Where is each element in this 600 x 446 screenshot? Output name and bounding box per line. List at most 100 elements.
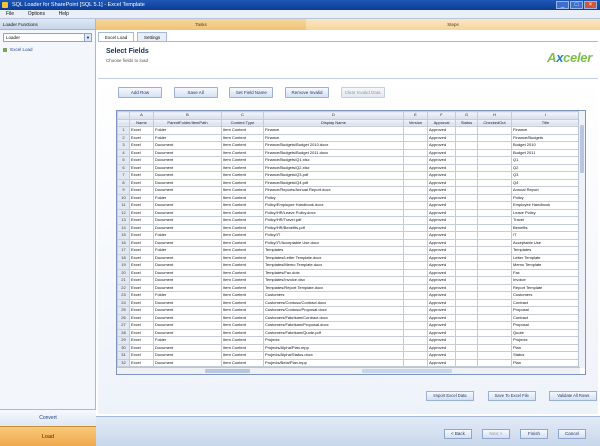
table-cell[interactable]: Finance/Budgets/Budget 2011.docx [263, 148, 404, 157]
table-cell[interactable]: Excel [129, 163, 154, 172]
table-cell[interactable] [455, 208, 478, 217]
row-number[interactable]: 4 [117, 148, 130, 157]
row-number[interactable]: 31 [117, 351, 130, 360]
nav-item-excel-load[interactable]: Excel Load [3, 47, 92, 52]
table-cell[interactable]: Excel [129, 201, 154, 210]
table-cell[interactable]: Item Content [221, 223, 264, 232]
table-row[interactable]: 21 Excel Document Item Content Templates/Inv… [117, 276, 580, 285]
set-field-name-button[interactable]: Set Field Name [229, 87, 274, 98]
table-cell[interactable]: Approved [427, 238, 456, 247]
loader-select[interactable]: Loader ▼ [3, 33, 92, 42]
table-cell[interactable]: Item Content [221, 141, 264, 150]
column-header[interactable]: ParentFolder/ItemPath [153, 118, 222, 127]
table-cell[interactable]: Policy [511, 193, 580, 202]
table-cell[interactable]: Policy/Employee Handbook.docx [263, 201, 404, 210]
table-cell[interactable]: Excel [129, 148, 154, 157]
table-cell[interactable] [477, 276, 512, 285]
table-cell[interactable]: Document [153, 351, 222, 360]
table-cell[interactable]: Customers [263, 291, 404, 300]
row-number[interactable]: 20 [117, 268, 130, 277]
row-number[interactable]: 1 [117, 126, 130, 135]
table-cell[interactable]: Excel [129, 156, 154, 165]
table-cell[interactable]: Excel [129, 291, 154, 300]
table-cell[interactable] [455, 246, 478, 255]
import-excel-data-button[interactable]: Import Excel Data [426, 391, 474, 401]
table-cell[interactable]: Projects/Beta/Plan.mpp [263, 358, 404, 367]
table-cell[interactable]: Budget 2011 [511, 148, 580, 157]
table-cell[interactable]: Q3 [511, 171, 580, 180]
table-cell[interactable]: Document [153, 298, 222, 307]
row-number[interactable]: 18 [117, 253, 130, 262]
table-cell[interactable]: Item Content [221, 261, 264, 270]
table-cell[interactable] [477, 298, 512, 307]
next-button[interactable]: Next > [482, 429, 510, 439]
menu-file[interactable]: File [0, 10, 20, 19]
table-cell[interactable]: Approved [427, 216, 456, 225]
table-cell[interactable]: Approved [427, 298, 456, 307]
table-cell[interactable] [403, 231, 428, 240]
table-cell[interactable]: Document [153, 306, 222, 315]
table-cell[interactable]: Memo Template [511, 261, 580, 270]
table-cell[interactable]: Policy/IT [263, 231, 404, 240]
table-cell[interactable]: Document [153, 328, 222, 337]
table-cell[interactable] [477, 321, 512, 330]
table-cell[interactable]: Document [153, 343, 222, 352]
table-cell[interactable]: Customers/Contoso/Contract.docx [263, 298, 404, 307]
table-cell[interactable] [403, 223, 428, 232]
table-cell[interactable]: Document [153, 156, 222, 165]
table-cell[interactable]: Item Content [221, 231, 264, 240]
table-cell[interactable] [455, 148, 478, 157]
table-row[interactable]: 12 Excel Document Item Content Policy/HR/Lea… [117, 208, 580, 217]
table-cell[interactable]: Document [153, 276, 222, 285]
table-cell[interactable]: Approved [427, 171, 456, 180]
table-cell[interactable]: Item Content [221, 268, 264, 277]
table-cell[interactable]: Approved [427, 291, 456, 300]
table-cell[interactable]: Customers [511, 291, 580, 300]
table-cell[interactable]: Excel [129, 336, 154, 345]
table-cell[interactable]: Document [153, 201, 222, 210]
table-cell[interactable] [455, 201, 478, 210]
row-number[interactable]: 19 [117, 261, 130, 270]
row-number[interactable]: 8 [117, 178, 130, 187]
table-row[interactable]: 27 Excel Document Item Content Customers/Fab… [117, 321, 580, 330]
table-cell[interactable] [455, 126, 478, 135]
table-cell[interactable] [477, 343, 512, 352]
table-row[interactable]: 30 Excel Document Item Content Projects/Alph… [117, 343, 580, 352]
table-cell[interactable]: Item Content [221, 253, 264, 262]
table-cell[interactable]: Policy/HR/Leave Policy.docx [263, 208, 404, 217]
row-number[interactable]: 15 [117, 231, 130, 240]
row-number[interactable]: 6 [117, 163, 130, 172]
table-cell[interactable]: Item Content [221, 276, 264, 285]
column-letter[interactable] [117, 111, 130, 120]
table-cell[interactable] [403, 313, 428, 322]
table-cell[interactable] [455, 268, 478, 277]
table-cell[interactable] [403, 253, 428, 262]
table-cell[interactable]: Annual Report [511, 186, 580, 195]
table-cell[interactable]: Document [153, 186, 222, 195]
table-cell[interactable]: Approved [427, 193, 456, 202]
table-cell[interactable] [477, 186, 512, 195]
table-cell[interactable]: Item Content [221, 298, 264, 307]
menu-options[interactable]: Options [22, 10, 51, 19]
table-cell[interactable]: Approved [427, 208, 456, 217]
table-cell[interactable]: Excel [129, 253, 154, 262]
row-number[interactable]: 2 [117, 133, 130, 142]
table-cell[interactable]: Projects/Alpha/Status.docx [263, 351, 404, 360]
table-cell[interactable]: Item Content [221, 216, 264, 225]
column-letter[interactable]: H [477, 111, 512, 120]
table-cell[interactable] [403, 268, 428, 277]
table-cell[interactable]: Templates [263, 246, 404, 255]
table-cell[interactable]: Item Content [221, 343, 264, 352]
table-cell[interactable]: Approved [427, 141, 456, 150]
table-cell[interactable]: IT [511, 231, 580, 240]
scroll-thumb[interactable] [580, 125, 584, 173]
table-cell[interactable] [455, 238, 478, 247]
table-cell[interactable] [403, 148, 428, 157]
table-cell[interactable] [403, 126, 428, 135]
validate-all-rows-button[interactable]: Validate All Rows [549, 391, 598, 401]
table-row[interactable]: 8 Excel Document Item Content Finance/Budget… [117, 178, 580, 187]
table-cell[interactable]: Status [511, 351, 580, 360]
table-cell[interactable]: Excel [129, 186, 154, 195]
table-cell[interactable]: Folder [153, 246, 222, 255]
table-cell[interactable]: Item Content [221, 156, 264, 165]
